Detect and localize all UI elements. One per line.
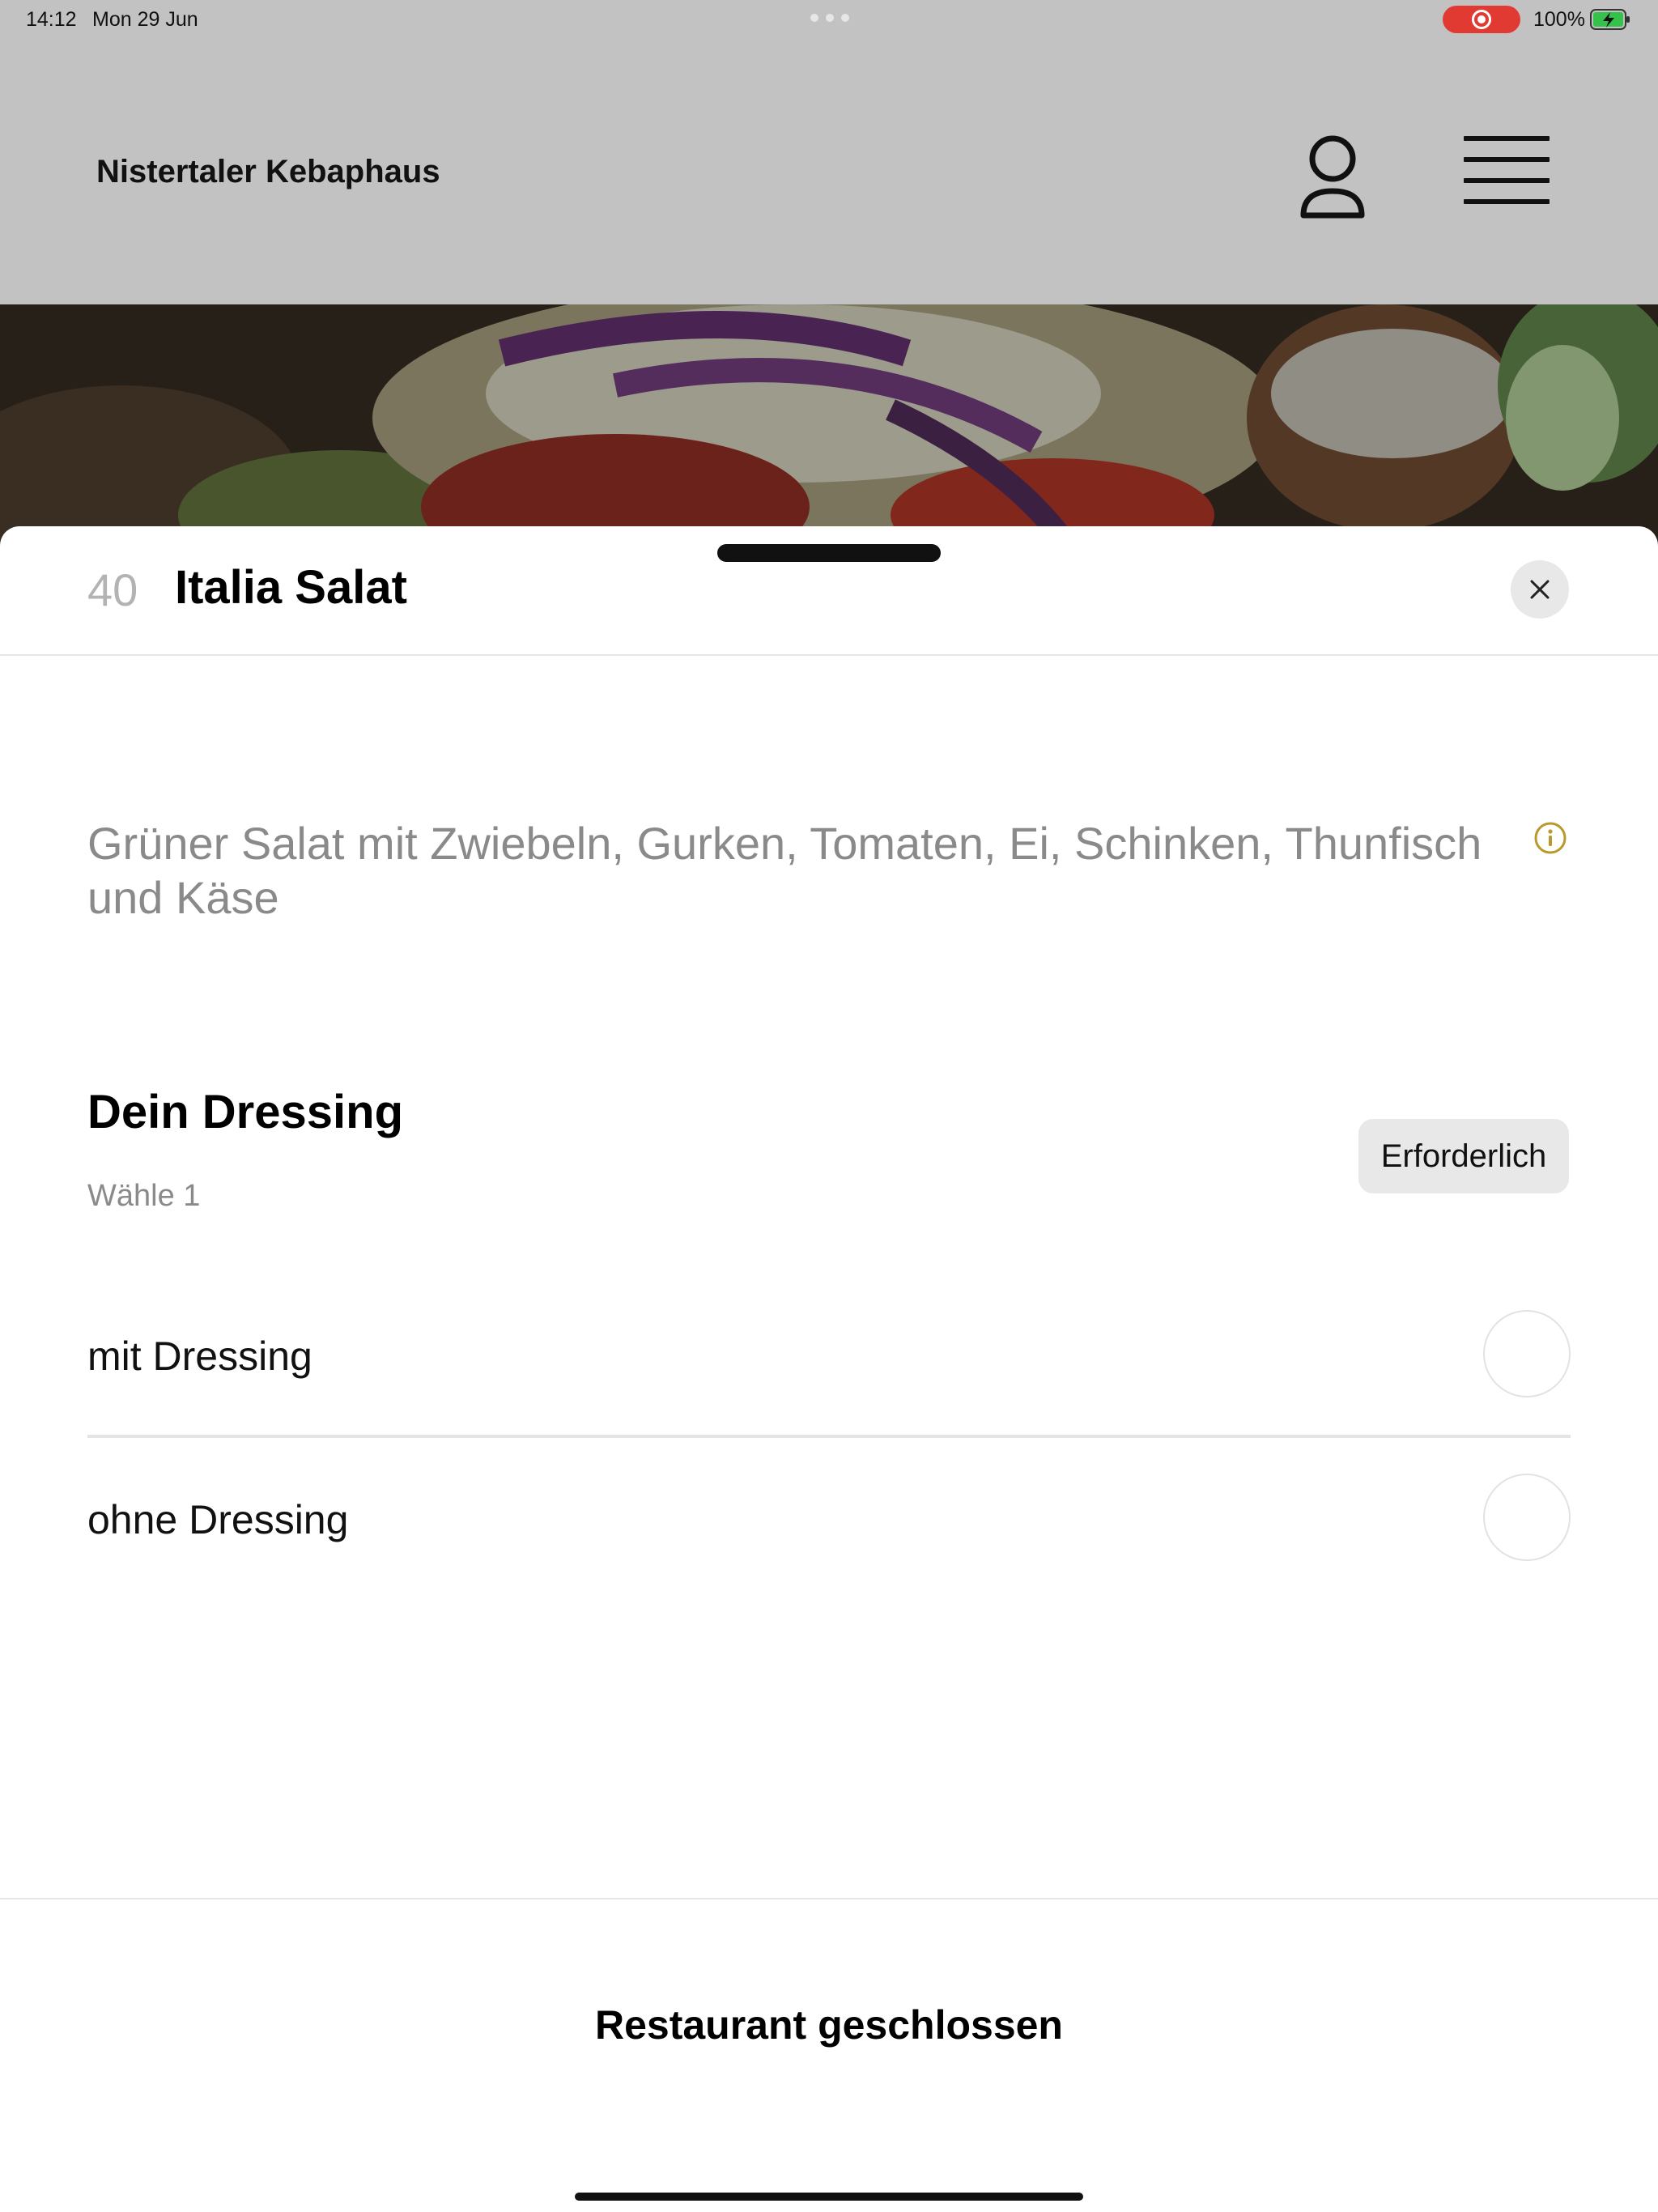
option-group-subtitle: Wähle 1 xyxy=(87,1179,201,1213)
app-window: 14:12 Mon 29 Jun 100% Nistertaler Kebaph… xyxy=(0,0,1658,2212)
screen-recording-icon[interactable] xyxy=(1443,6,1520,33)
option-ohne-dressing[interactable]: ohne Dressing xyxy=(87,1474,1571,1561)
restaurant-closed-label: Restaurant geschlossen xyxy=(595,2002,1063,2048)
status-date: Mon 29 Jun xyxy=(92,8,198,31)
home-indicator[interactable] xyxy=(575,2193,1083,2201)
info-icon[interactable] xyxy=(1533,821,1567,855)
item-detail-sheet: 40 Italia Salat Grüner Salat mit Zwiebel… xyxy=(0,526,1658,2212)
sheet-grabber[interactable] xyxy=(717,544,941,562)
divider xyxy=(0,1898,1658,1899)
status-bar: 14:12 Mon 29 Jun 100% xyxy=(0,0,1658,39)
option-label: ohne Dressing xyxy=(87,1497,349,1542)
radio-button[interactable] xyxy=(1483,1310,1571,1397)
option-group-title: Dein Dressing xyxy=(87,1086,403,1138)
battery-percent: 100% xyxy=(1533,8,1585,31)
item-number: 40 xyxy=(87,564,138,615)
person-icon[interactable] xyxy=(1292,128,1373,225)
status-time: 14:12 xyxy=(26,8,77,31)
hamburger-menu-icon[interactable] xyxy=(1464,136,1550,214)
option-mit-dressing[interactable]: mit Dressing xyxy=(87,1310,1571,1397)
multitasking-dots-icon[interactable] xyxy=(810,14,849,22)
radio-button[interactable] xyxy=(1483,1474,1571,1561)
item-description: Grüner Salat mit Zwiebeln, Gurken, Tomat… xyxy=(87,818,1482,923)
site-header: Nistertaler Kebaphaus xyxy=(0,39,1658,304)
divider xyxy=(87,1435,1571,1438)
restaurant-name[interactable]: Nistertaler Kebaphaus xyxy=(96,154,440,190)
battery-charging-icon xyxy=(1590,9,1630,30)
divider xyxy=(0,654,1658,656)
background-page: 14:12 Mon 29 Jun 100% Nistertaler Kebaph… xyxy=(0,0,1658,567)
item-title: Italia Salat xyxy=(175,561,407,614)
option-label: mit Dressing xyxy=(87,1334,312,1379)
close-icon xyxy=(1530,580,1550,599)
required-badge: Erforderlich xyxy=(1358,1119,1569,1193)
close-button[interactable] xyxy=(1511,560,1569,619)
